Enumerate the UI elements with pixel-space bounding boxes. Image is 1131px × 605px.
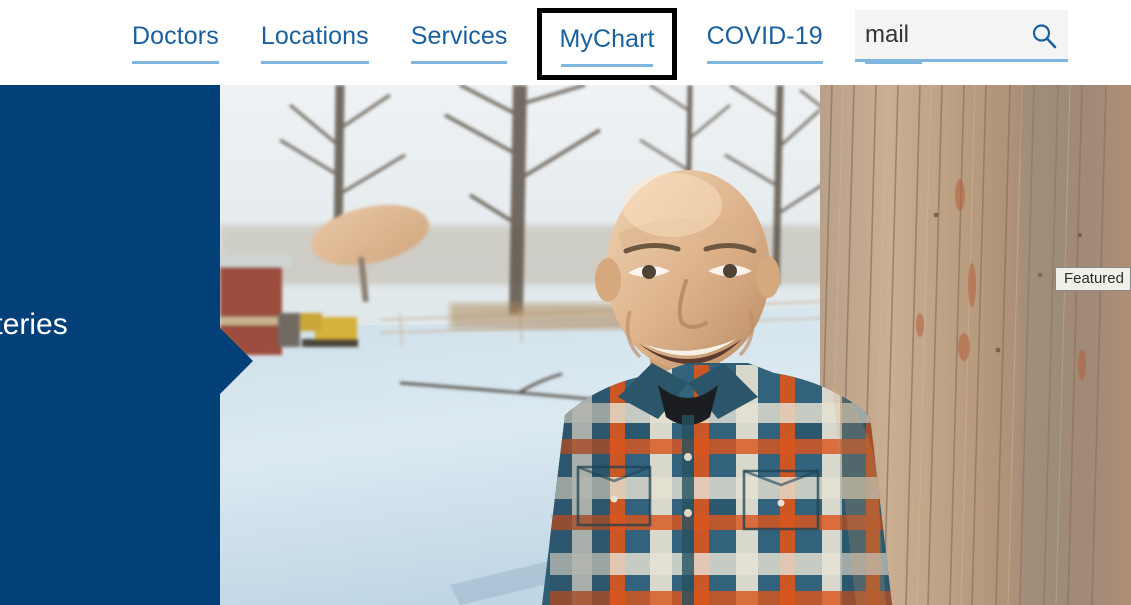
primary-navigation: Doctors Locations Services MyChart COVID… bbox=[132, 0, 964, 85]
search-input[interactable] bbox=[855, 14, 1005, 55]
nav-item-label: Services bbox=[410, 22, 508, 50]
hero-text-panel bbox=[0, 85, 220, 605]
search-icon[interactable] bbox=[1030, 22, 1058, 50]
nav-item-doctors[interactable]: Doctors bbox=[132, 0, 219, 64]
nav-item-underline bbox=[132, 61, 219, 64]
nav-item-underline bbox=[706, 61, 823, 64]
nav-item-services[interactable]: Services bbox=[410, 0, 508, 64]
nav-item-underline bbox=[410, 61, 508, 64]
nav-item-covid-19[interactable]: COVID-19 bbox=[706, 0, 823, 64]
featured-label: Featured bbox=[1054, 267, 1131, 291]
nav-item-locations[interactable]: Locations bbox=[260, 0, 369, 64]
nav-item-label: Locations bbox=[260, 22, 369, 50]
nav-item-label: Doctors bbox=[132, 22, 219, 50]
nav-item-underline bbox=[561, 64, 654, 67]
search-box[interactable] bbox=[855, 10, 1068, 62]
nav-item-mychart[interactable]: MyChart bbox=[537, 8, 677, 80]
nav-item-underline bbox=[260, 61, 369, 64]
hero-photo bbox=[220, 85, 1131, 605]
nav-item-label: MyChart bbox=[559, 25, 655, 53]
hero-headline: ed arteries bbox=[0, 308, 68, 341]
site-header: Doctors Locations Services MyChart COVID… bbox=[0, 0, 1131, 85]
nav-item-label: COVID-19 bbox=[706, 22, 823, 50]
hero-carousel: ed arteries Featured bbox=[0, 85, 1131, 605]
